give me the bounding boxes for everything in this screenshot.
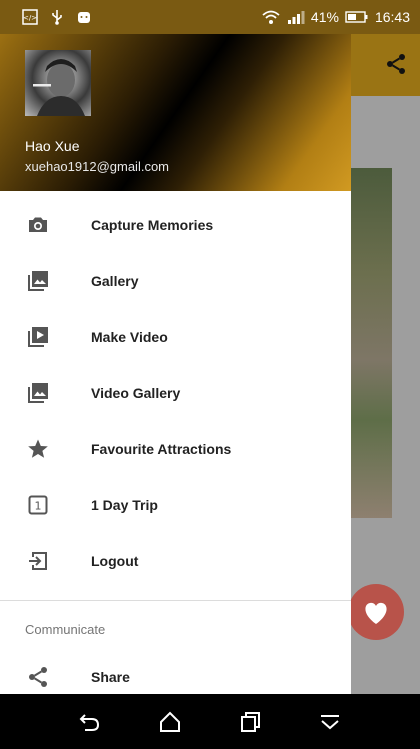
drawer-header: Hao Xue xuehao1912@gmail.com [0,34,351,191]
gallery-icon [28,383,48,403]
menu-item-favourite-attractions[interactable]: Favourite Attractions [0,421,351,477]
usb-icon [52,10,62,25]
menu-item-video-gallery[interactable]: Video Gallery [0,365,351,421]
code-icon: </> [22,9,38,25]
menu-item-label: Gallery [91,273,139,289]
menu-item-label: Video Gallery [91,385,181,401]
logout-icon [29,552,47,570]
section-title-communicate: Communicate [25,622,106,637]
user-email: xuehao1912@gmail.com [25,159,170,174]
app-screen: </> 41% 16:43 Hao Xue xuehao1912@gmail.c… [0,0,420,749]
menu-item-label: Logout [91,553,139,569]
wifi-icon [262,10,280,24]
menu-item-logout[interactable]: Logout [0,533,351,589]
navigation-drawer: Hao Xue xuehao1912@gmail.com Capture Mem… [0,34,351,694]
one-day-icon: 1 [28,495,48,515]
status-bar: </> 41% 16:43 [0,0,420,34]
star-icon [28,439,48,458]
menu-item-label: 1 Day Trip [91,497,158,513]
svg-text:</>: </> [23,14,37,22]
menu-item-label: Share [91,669,130,685]
avatar-portrait-icon [33,59,85,116]
toolbar-share-icon[interactable] [384,52,408,76]
battery-icon [345,11,368,23]
recent-apps-icon[interactable] [237,709,263,735]
status-time: 16:43 [374,9,410,25]
home-icon[interactable] [157,709,183,735]
menu-item-label: Capture Memories [91,217,214,233]
svg-text:1: 1 [35,500,42,513]
user-name: Hao Xue [25,138,80,154]
menu-item-1-day-trip[interactable]: 1 1 Day Trip [0,477,351,533]
menu-item-make-video[interactable]: Make Video [0,309,351,365]
favourite-fab[interactable] [348,584,404,640]
share-icon [29,667,47,687]
camera-icon [29,217,47,232]
menu-item-share[interactable]: Share [0,649,351,694]
battery-percent: 41% [310,9,339,25]
menu-item-capture-memories[interactable]: Capture Memories [0,197,351,253]
back-icon[interactable] [77,709,103,735]
avatar[interactable] [25,50,91,116]
gallery-icon [28,271,48,291]
video-library-icon [28,327,48,347]
drawer-menu: Capture Memories Gallery Make Video Vide… [0,191,351,694]
signal-icon [287,11,305,24]
menu-item-label: Make Video [91,329,168,345]
menu-item-label: Favourite Attractions [91,441,232,457]
menu-item-gallery[interactable]: Gallery [0,253,351,309]
system-navigation-bar [0,694,420,749]
heart-icon [365,602,387,624]
android-debug-icon [78,12,90,23]
notification-shade-icon[interactable] [317,709,343,735]
